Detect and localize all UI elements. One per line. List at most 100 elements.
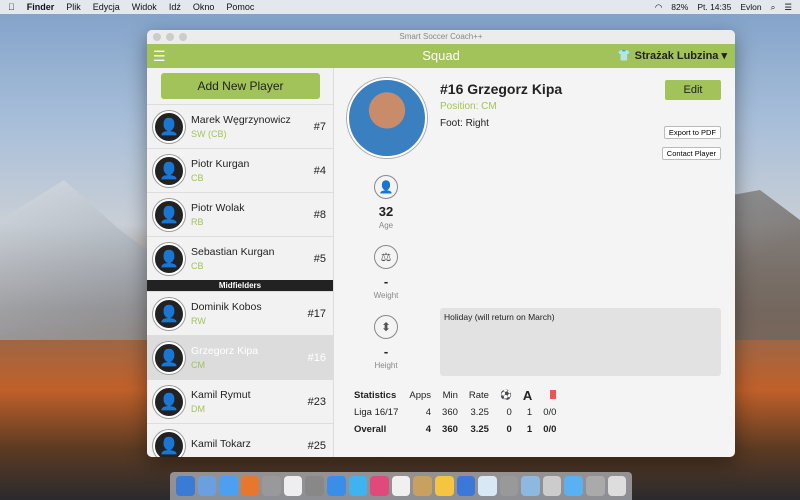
export-pdf-button[interactable]: Export to PDF [664, 126, 721, 139]
player-number: #4 [314, 165, 326, 177]
player-row[interactable]: 👤Marek WęgrzynowiczSW (CB)#7 [147, 104, 333, 148]
cell: Liga 16/17 [354, 404, 398, 421]
dock-app-icon[interactable] [608, 476, 627, 496]
menu-okno[interactable]: Okno [193, 2, 215, 12]
cell: 4 [398, 404, 431, 421]
player-position: CB [191, 173, 249, 183]
dock-app-icon[interactable] [543, 476, 562, 496]
menu-widok[interactable]: Widok [132, 2, 157, 12]
stats-header: Statistics [354, 387, 398, 404]
spotlight-icon[interactable]: ⌕ [771, 2, 776, 13]
dock-app-icon[interactable] [586, 476, 605, 496]
col-min: Min [431, 387, 458, 404]
cell: 4 [398, 421, 431, 438]
player-position: RW [191, 316, 262, 326]
player-number: #7 [314, 121, 326, 133]
dock-app-icon[interactable] [435, 476, 454, 496]
dock-app-icon[interactable] [284, 476, 303, 496]
weight-stat: ⚖-Weight [371, 245, 401, 300]
player-row[interactable]: 👤Kamil RymutDM#23 [147, 379, 333, 423]
player-detail: #16 Grzegorz Kipa Position: CM Foot: Rig… [335, 68, 735, 457]
clock[interactable]: Pt. 14:35 [697, 2, 731, 13]
notification-center-icon[interactable]: ☰ [784, 2, 792, 13]
add-new-player-button[interactable]: Add New Player [161, 73, 320, 99]
player-name: Piotr Kurgan [191, 158, 249, 170]
player-row[interactable]: 👤 Piotr Kurgan CB #4 [147, 148, 333, 192]
player-row[interactable]: 👤Dominik KobosRW#17 [147, 291, 333, 335]
notes-field[interactable]: Holiday (will return on March) [440, 308, 721, 376]
dock-app-icon[interactable] [219, 476, 238, 496]
player-row[interactable]: 👤Kamil Tokarz#25 [147, 423, 333, 457]
age-label: Age [371, 221, 401, 230]
height-label: Height [371, 361, 401, 370]
user-name[interactable]: Evlon [740, 2, 761, 13]
dock-app-icon[interactable] [370, 476, 389, 496]
menu-pomoc[interactable]: Pomoc [226, 2, 254, 12]
player-position: RB [191, 217, 245, 227]
height-arrows-icon: ⬍ [374, 315, 398, 339]
hamburger-menu-icon[interactable]: ☰ [153, 44, 166, 68]
dock-app-icon[interactable] [521, 476, 540, 496]
player-position: CB [191, 261, 274, 271]
cell: 1 [512, 421, 532, 438]
weight-value: - [371, 274, 401, 289]
player-avatar: 👤 [153, 155, 185, 187]
app-header: ☰ Squad 👕Strażak Lubzina ▾ [147, 44, 735, 68]
scale-icon: ⚖ [374, 245, 398, 269]
player-row[interactable]: 👤Sebastian KurganCB#5 [147, 236, 333, 280]
dock-app-icon[interactable] [241, 476, 260, 496]
dock-app-icon[interactable] [327, 476, 346, 496]
red-card-icon [532, 387, 556, 404]
minimize-button[interactable] [166, 33, 174, 41]
player-row[interactable]: 👤Grzegorz KipaCM#16 [147, 335, 333, 379]
dock-app-icon[interactable] [198, 476, 217, 496]
player-name: Kamil Rymut [191, 389, 251, 401]
player-title: #16 Grzegorz Kipa [440, 81, 562, 97]
dock-app-icon[interactable] [305, 476, 324, 496]
cell: Overall [354, 421, 398, 438]
menu-edycja[interactable]: Edycja [93, 2, 120, 12]
dock-app-icon[interactable] [500, 476, 519, 496]
player-list: Add New Player 👤Marek WęgrzynowiczSW (CB… [147, 68, 334, 457]
zoom-button[interactable] [179, 33, 187, 41]
player-number: #5 [314, 253, 326, 265]
team-selector[interactable]: 👕Strażak Lubzina ▾ [617, 44, 727, 68]
cell: 360 [431, 404, 458, 421]
wifi-icon[interactable]: ◠ [655, 2, 662, 13]
player-number: #23 [308, 396, 326, 408]
dock-app-icon[interactable] [176, 476, 195, 496]
player-position: CM [191, 360, 258, 370]
header-title: Squad [422, 48, 460, 63]
dock-app-icon[interactable] [349, 476, 368, 496]
cell: 3.25 [458, 421, 489, 438]
age-value: 32 [371, 204, 401, 219]
player-row[interactable]: 👤Piotr WolakRB#8 [147, 192, 333, 236]
dock-app-icon[interactable] [478, 476, 497, 496]
goals-ball-icon: ⚽ [489, 387, 512, 404]
statistics-table: StatisticsAppsMinRate⚽A Liga 16/1743603.… [354, 387, 556, 438]
player-name: Piotr Wolak [191, 202, 245, 214]
dock-app-icon[interactable] [413, 476, 432, 496]
cell: 0/0 [532, 404, 556, 421]
height-stat: ⬍-Height [371, 315, 401, 370]
dock-app-icon[interactable] [564, 476, 583, 496]
dock-app-icon[interactable] [457, 476, 476, 496]
contact-player-button[interactable]: Contact Player [662, 147, 721, 160]
player-foot: Foot: Right [440, 118, 489, 129]
person-icon: 👤 [374, 175, 398, 199]
menu-idz[interactable]: Idź [169, 2, 181, 12]
cell: 0 [489, 404, 512, 421]
menu-plik[interactable]: Plik [66, 2, 81, 12]
battery-percent[interactable]: 82% [671, 2, 688, 13]
cell: 1 [512, 404, 532, 421]
stats-row: Liga 16/1743603.25010/0 [354, 404, 556, 421]
dock-app-icon[interactable] [262, 476, 281, 496]
team-name: Strażak Lubzina ▾ [635, 50, 727, 62]
player-avatar: 👤 [153, 342, 185, 374]
player-position: DM [191, 404, 251, 414]
close-button[interactable] [153, 33, 161, 41]
apple-icon[interactable]:  [8, 2, 15, 12]
edit-button[interactable]: Edit [665, 80, 721, 100]
menu-finder[interactable]: Finder [27, 2, 55, 12]
dock-app-icon[interactable] [392, 476, 411, 496]
